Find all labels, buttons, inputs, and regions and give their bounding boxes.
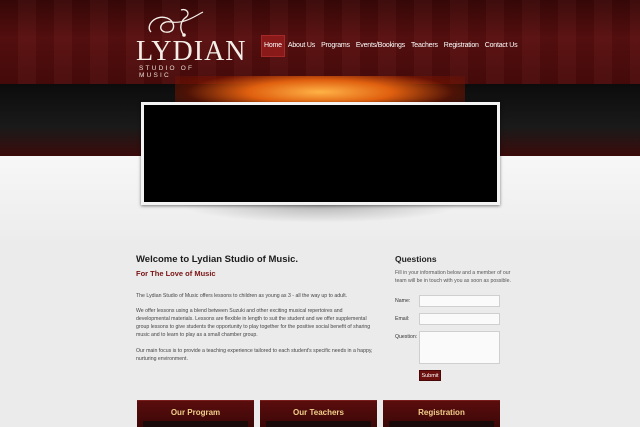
tab-our-program-label: Our Program	[170, 408, 221, 417]
email-label: Email:	[395, 316, 410, 322]
nav-programs[interactable]: Programs	[318, 35, 353, 57]
treble-clef-icon	[148, 8, 204, 37]
submit-button[interactable]: Submit	[419, 370, 441, 381]
tab-registration-label: Registration	[418, 408, 465, 417]
question-label: Question:	[395, 334, 418, 340]
focus-paragraph: Our main focus is to provide a teaching …	[136, 348, 373, 362]
tab-our-teachers-label: Our Teachers	[293, 408, 344, 417]
tab-image-strip	[266, 421, 371, 427]
questions-heading: Questions	[395, 254, 437, 264]
nav-about-us[interactable]: About Us	[285, 35, 318, 57]
site-logo[interactable]: LYDIAN STUDIO OF MUSIC	[133, 8, 246, 79]
welcome-subheading: For The Love of Music	[136, 269, 216, 278]
welcome-heading: Welcome to Lydian Studio of Music.	[136, 254, 299, 265]
nav-teachers[interactable]: Teachers	[408, 35, 441, 57]
question-textarea[interactable]	[419, 331, 500, 364]
nav-events-bookings[interactable]: Events/Bookings	[353, 35, 408, 57]
featured-video-player[interactable]	[141, 102, 500, 205]
tab-image-strip	[143, 421, 248, 427]
nav-home[interactable]: Home	[261, 35, 285, 57]
intro-paragraph: The Lydian Studio of Music offers lesson…	[136, 293, 348, 299]
logo-wordmark: LYDIAN	[136, 36, 247, 67]
main-nav: Home About Us Programs Events/Bookings T…	[261, 35, 520, 57]
questions-intro: Fill in your information below and a mem…	[395, 270, 511, 284]
name-label: Name:	[395, 298, 411, 304]
nav-registration[interactable]: Registration	[441, 35, 482, 57]
name-field[interactable]	[419, 295, 500, 307]
tab-our-teachers[interactable]: Our Teachers	[260, 400, 377, 427]
video-shadow	[180, 205, 460, 223]
nav-contact-us[interactable]: Contact Us	[482, 35, 521, 57]
tab-registration[interactable]: Registration	[383, 400, 500, 427]
lessons-paragraph: We offer lessons using a blend between S…	[136, 308, 371, 338]
tab-image-strip	[389, 421, 494, 427]
email-field[interactable]	[419, 313, 500, 325]
tab-our-program[interactable]: Our Program	[137, 400, 254, 427]
